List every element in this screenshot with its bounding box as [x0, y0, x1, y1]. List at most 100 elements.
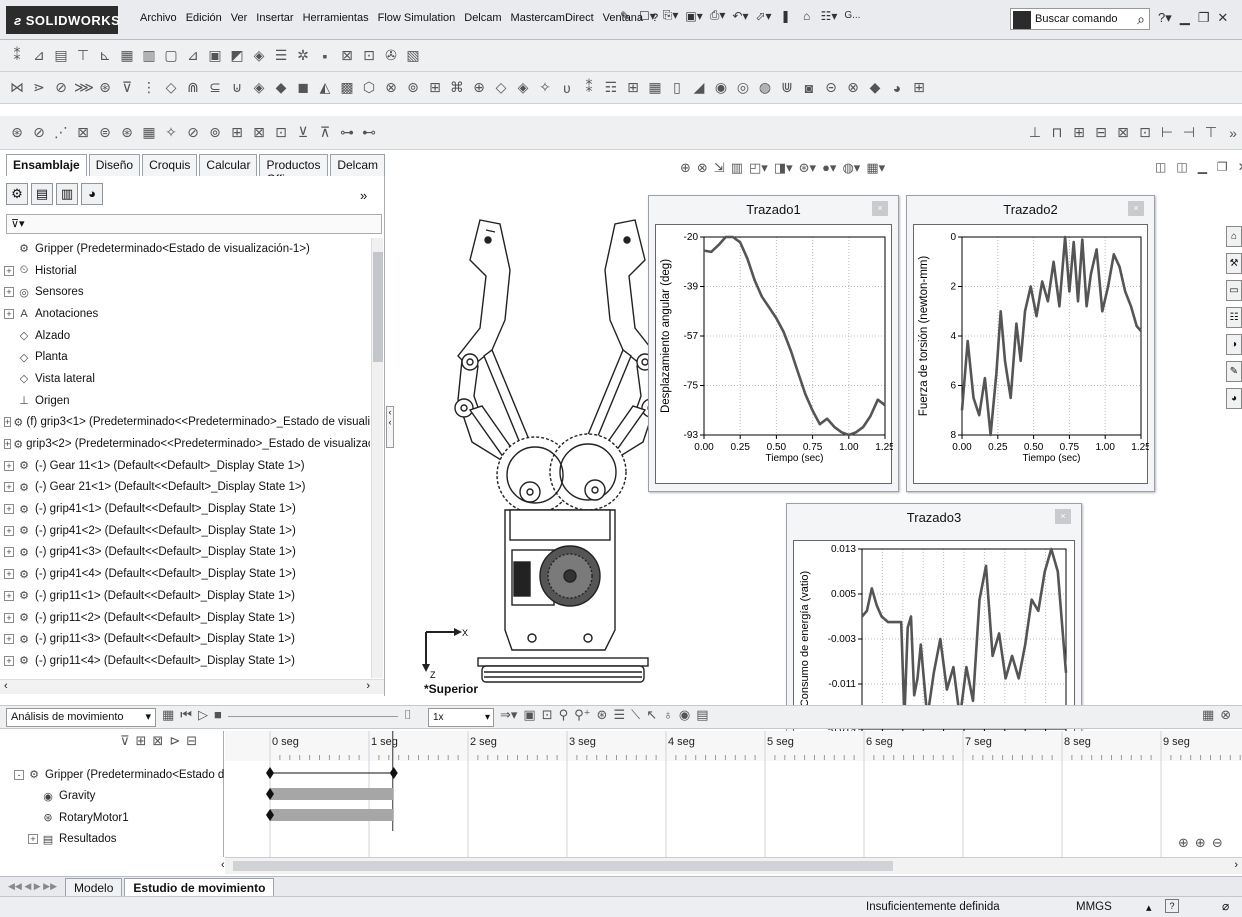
home-icon[interactable]: ⌂	[1226, 226, 1242, 247]
filter-selected-icon[interactable]: ⊠	[152, 733, 163, 749]
expand-icon[interactable]: +	[4, 569, 14, 580]
custom-properties-icon[interactable]: ✎	[1226, 361, 1242, 382]
previous-view-icon[interactable]: ⇲	[714, 160, 725, 176]
new-document-icon[interactable]: ☐▾	[639, 9, 656, 23]
menu-flow-simulation[interactable]: Flow Simulation	[378, 12, 456, 24]
zoom-fit-icon[interactable]: ⊕	[1178, 835, 1189, 851]
select-icon[interactable]: ⬀▾	[755, 9, 771, 23]
undo-icon[interactable]: ↶▾	[732, 9, 748, 23]
tool-icon[interactable]: ⊘	[52, 79, 70, 96]
tool-icon[interactable]: ⊘	[184, 124, 202, 141]
scene-icon[interactable]: ◍▾	[842, 160, 860, 176]
tool-icon[interactable]: ⊓	[1048, 124, 1066, 141]
play-icon[interactable]: ▷	[198, 707, 208, 723]
rebuild-icon[interactable]: ❚	[779, 9, 793, 23]
expand-icon[interactable]: +	[4, 634, 14, 645]
tool-icon[interactable]: ◭	[316, 79, 334, 96]
tool-icon[interactable]: ⊆	[206, 79, 224, 96]
pin-icon[interactable]: ✎	[618, 9, 632, 23]
feature-tree-item[interactable]: ◇ Planta	[4, 346, 370, 368]
tool-icon[interactable]: ▢	[162, 47, 180, 64]
tool-icon[interactable]: ⊼	[316, 124, 334, 141]
damper-icon[interactable]: ⟍	[631, 707, 640, 723]
motion-tree-item[interactable]: ◉ Gravity	[14, 786, 224, 808]
viewport-minimize-icon[interactable]: ▁	[1198, 160, 1207, 174]
tool-icon[interactable]: ⊗	[382, 79, 400, 96]
tool-icon[interactable]: ◼	[294, 79, 312, 96]
help-icon[interactable]: ?▾	[1158, 10, 1172, 26]
tool-icon[interactable]: ⁑	[580, 79, 598, 96]
tool-icon[interactable]: ⌘	[448, 79, 466, 96]
tool-icon[interactable]: ⋙	[74, 79, 94, 96]
file-properties-icon[interactable]: ⌂	[800, 9, 814, 23]
tool-icon[interactable]: ◕	[888, 80, 906, 96]
app-logo[interactable]: ƨ SOLIDWORKS	[6, 6, 120, 34]
tool-icon[interactable]: ⊿	[184, 47, 202, 64]
expand-icon[interactable]: +	[4, 590, 14, 601]
section-view-icon[interactable]: ▥	[731, 160, 743, 176]
feature-tree-item[interactable]: + ⚙ (-) grip11<3> (Default<<Default>_Displ…	[4, 628, 370, 650]
tool-icon[interactable]: ⋮	[140, 79, 158, 96]
motion-tree-item[interactable]: + ▤ Resultados	[14, 829, 224, 851]
zoom-out-icon[interactable]: ⊖	[1212, 835, 1223, 851]
tool-icon[interactable]: ⊛	[118, 124, 136, 141]
tool-icon[interactable]: ⊽	[118, 79, 136, 96]
menu-delcam[interactable]: Delcam	[464, 12, 501, 24]
tool-icon[interactable]: ⊤	[1202, 124, 1220, 141]
scroll-thumb[interactable]	[233, 861, 893, 871]
expand-icon[interactable]: +	[4, 482, 14, 493]
tool-icon[interactable]: ⊞	[910, 79, 928, 96]
folder-icon[interactable]: ▭	[1226, 280, 1242, 301]
tool-icon[interactable]: ⊻	[294, 124, 312, 141]
tool-icon[interactable]: ◆	[866, 79, 884, 96]
zoom-to-area-icon[interactable]: ⊗	[697, 160, 708, 176]
expand-icon[interactable]: +	[4, 265, 14, 276]
filter-all-icon[interactable]: ⊟	[186, 733, 197, 749]
feature-tree-item[interactable]: ◇ Alzado	[4, 325, 370, 347]
tool-icon[interactable]: ⊛	[96, 79, 114, 96]
expand-icon[interactable]: +	[4, 308, 14, 319]
expand-icon[interactable]: +	[4, 460, 14, 471]
results-tool-icon[interactable]: ▤	[696, 707, 708, 723]
expand-icon[interactable]: +	[4, 655, 14, 666]
options-icon[interactable]: ☷▾	[821, 9, 838, 23]
library-icon[interactable]: ☷	[1226, 307, 1242, 328]
tool-icon[interactable]: ⊕	[470, 79, 488, 96]
plot-close-icon[interactable]: ×	[1055, 509, 1071, 524]
tool-icon[interactable]: ⊠	[74, 124, 92, 141]
expand-icon[interactable]: -	[14, 769, 24, 780]
force-icon[interactable]: ↖	[646, 707, 657, 723]
viewport-restore-icon[interactable]: ❐	[1217, 160, 1228, 174]
tool-icon[interactable]: ⋰	[52, 124, 70, 141]
tool-icon[interactable]: ⊚	[206, 124, 224, 141]
tool-icon[interactable]: ⊝	[822, 79, 840, 96]
configuration-manager-tab-icon[interactable]: ▥	[56, 183, 78, 205]
tool-icon[interactable]: ◈	[514, 79, 532, 96]
slider-handle-icon[interactable]: ⌷	[404, 707, 412, 723]
appearances-icon[interactable]: ◑	[1226, 334, 1242, 355]
scroll-left-icon[interactable]: ‹	[221, 859, 225, 871]
tool-icon[interactable]: ▪	[316, 48, 334, 64]
tool-icon[interactable]: ▧	[404, 47, 422, 64]
restore-icon[interactable]: ❐	[1198, 10, 1210, 26]
tool-icon[interactable]: ⊍	[228, 79, 246, 96]
tool-icon[interactable]: ⊞	[624, 79, 642, 96]
tool-icon[interactable]: ⊷	[360, 124, 378, 141]
tool-icon[interactable]: ☰	[272, 47, 290, 64]
menu-insertar[interactable]: Insertar	[256, 12, 293, 24]
zoom-to-fit-icon[interactable]: ⊕	[680, 160, 691, 176]
menu-herramientas[interactable]: Herramientas	[303, 12, 369, 24]
tool-icon[interactable]: ▤	[52, 47, 70, 64]
display-style-icon[interactable]: ◨▾	[774, 160, 793, 176]
tool-icon[interactable]: ⊞	[1070, 124, 1088, 141]
save-icon[interactable]: ▣▾	[685, 9, 702, 23]
expand-icon[interactable]: +	[4, 504, 14, 515]
tool-icon[interactable]: ◈	[250, 79, 268, 96]
timeline-hscrollbar[interactable]: ‹ ›	[221, 857, 1242, 874]
tool-icon[interactable]: ʋ	[558, 80, 576, 96]
status-help[interactable]: ?	[1165, 899, 1179, 913]
minimize-icon[interactable]: ▁	[1180, 10, 1190, 26]
menu-ver[interactable]: Ver	[231, 12, 248, 24]
save-animation-icon[interactable]: ▣	[523, 707, 535, 723]
tool-icon[interactable]: ▯	[668, 79, 686, 96]
